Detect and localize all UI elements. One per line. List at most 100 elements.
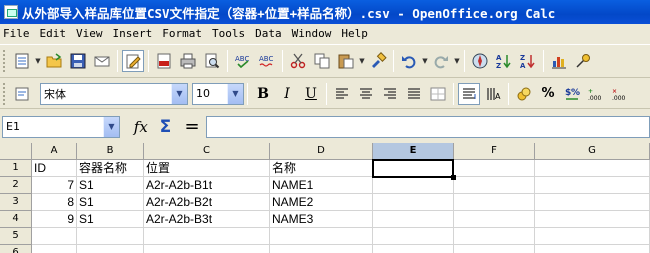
column-header-e[interactable]: E <box>373 143 454 160</box>
cell-f5[interactable] <box>454 228 535 245</box>
spellcheck-icon[interactable]: ABC <box>232 50 254 72</box>
autospellcheck-icon[interactable]: ABC <box>256 50 278 72</box>
cell-f6[interactable] <box>454 245 535 253</box>
align-left-icon[interactable] <box>331 83 353 105</box>
new-document-icon[interactable] <box>11 50 33 72</box>
row-header-6[interactable]: 6 <box>0 245 32 253</box>
cell-g2[interactable] <box>535 177 650 194</box>
cell-a3[interactable]: 8 <box>32 194 77 211</box>
menu-window[interactable]: Window <box>287 25 337 43</box>
cell-f4[interactable] <box>454 211 535 228</box>
cell-c4[interactable]: A2r-A2b-B3t <box>144 211 270 228</box>
delete-decimal-icon[interactable]: × .000 <box>609 83 631 105</box>
font-size-combobox[interactable]: 10 ▼ <box>192 82 244 105</box>
menu-tools[interactable]: Tools <box>207 25 250 43</box>
menu-view[interactable]: View <box>71 25 108 43</box>
row-header-5[interactable]: 5 <box>0 228 32 245</box>
edit-file-icon[interactable] <box>122 50 144 72</box>
name-box[interactable]: E1 ▼ <box>2 115 120 138</box>
cell-g6[interactable] <box>535 245 650 253</box>
save-icon[interactable] <box>67 50 89 72</box>
cell-g3[interactable] <box>535 194 650 211</box>
cell-d1[interactable]: 名称 <box>270 160 373 177</box>
menu-edit[interactable]: Edit <box>35 25 72 43</box>
cell-d5[interactable] <box>270 228 373 245</box>
cell-e3[interactable] <box>373 194 454 211</box>
draw-functions-icon[interactable] <box>572 50 594 72</box>
sum-icon[interactable]: Σ <box>155 117 177 137</box>
vertical-text-icon[interactable]: A <box>482 83 504 105</box>
chevron-down-icon[interactable]: ▼ <box>171 83 187 104</box>
align-center-icon[interactable] <box>355 83 377 105</box>
row-header-4[interactable]: 4 <box>0 211 32 228</box>
format-paintbrush-icon[interactable] <box>367 50 389 72</box>
cell-f3[interactable] <box>454 194 535 211</box>
cell-a5[interactable] <box>32 228 77 245</box>
standard-format-icon[interactable]: $% <box>561 83 583 105</box>
copy-icon[interactable] <box>311 50 333 72</box>
cell-f2[interactable] <box>454 177 535 194</box>
function-wizard-icon[interactable]: 𝑓x <box>130 118 152 136</box>
email-icon[interactable] <box>91 50 113 72</box>
cell-a1[interactable]: ID <box>32 160 77 177</box>
cell-e1[interactable] <box>373 160 454 177</box>
menu-insert[interactable]: Insert <box>108 25 158 43</box>
column-header-d[interactable]: D <box>270 143 373 160</box>
cell-d2[interactable]: NAME1 <box>270 177 373 194</box>
navigator-icon[interactable] <box>469 50 491 72</box>
print-preview-icon[interactable] <box>201 50 223 72</box>
font-name-combobox[interactable]: 宋体 ▼ <box>40 82 188 105</box>
row-header-2[interactable]: 2 <box>0 177 32 194</box>
percent-format-icon[interactable]: % <box>537 83 559 105</box>
cell-e5[interactable] <box>373 228 454 245</box>
undo-icon[interactable] <box>398 50 420 72</box>
cell-e2[interactable] <box>373 177 454 194</box>
italic-icon[interactable]: I <box>276 83 298 105</box>
currency-format-icon[interactable] <box>513 83 535 105</box>
column-header-g[interactable]: G <box>535 143 650 160</box>
cell-f1[interactable] <box>454 160 535 177</box>
sort-ascending-icon[interactable]: AZ <box>493 50 515 72</box>
chevron-down-icon[interactable]: ▼ <box>103 116 119 137</box>
add-decimal-icon[interactable]: + .000 <box>585 83 607 105</box>
wrap-text-icon[interactable] <box>458 82 480 105</box>
open-folder-icon[interactable] <box>43 50 65 72</box>
cell-g5[interactable] <box>535 228 650 245</box>
column-header-f[interactable]: F <box>454 143 535 160</box>
paste-icon[interactable] <box>335 50 357 72</box>
cell-b6[interactable] <box>77 245 144 253</box>
formula-input[interactable] <box>205 115 650 138</box>
toolbar-grip[interactable] <box>3 82 8 105</box>
redo-icon[interactable] <box>430 50 452 72</box>
spreadsheet-grid[interactable]: A B C D E F G 1 ID 容器名称 位置 名称 2 7 S1 A2r-A2b-B1t NAME1 3 8… <box>0 143 650 253</box>
cell-g1[interactable] <box>535 160 650 177</box>
new-dropdown-arrow[interactable]: ▼ <box>34 50 42 72</box>
menu-file[interactable]: File <box>0 25 35 43</box>
paste-dropdown-arrow[interactable]: ▼ <box>358 50 366 72</box>
cell-a6[interactable] <box>32 245 77 253</box>
cell-c1[interactable]: 位置 <box>144 160 270 177</box>
column-header-a[interactable]: A <box>32 143 77 160</box>
align-right-icon[interactable] <box>379 83 401 105</box>
select-all-corner[interactable] <box>0 143 32 160</box>
menu-data[interactable]: Data <box>250 25 287 43</box>
chart-icon[interactable] <box>548 50 570 72</box>
merge-cells-icon[interactable] <box>427 83 449 105</box>
cell-e4[interactable] <box>373 211 454 228</box>
cell-b1[interactable]: 容器名称 <box>77 160 144 177</box>
undo-dropdown-arrow[interactable]: ▼ <box>421 50 429 72</box>
sort-descending-icon[interactable]: ZA <box>517 50 539 72</box>
cell-d4[interactable]: NAME3 <box>270 211 373 228</box>
cell-g4[interactable] <box>535 211 650 228</box>
styles-formatting-icon[interactable] <box>11 83 33 105</box>
function-icon[interactable]: = <box>182 116 202 137</box>
export-pdf-icon[interactable] <box>153 50 175 72</box>
justify-icon[interactable] <box>403 83 425 105</box>
cell-a2[interactable]: 7 <box>32 177 77 194</box>
cell-d3[interactable]: NAME2 <box>270 194 373 211</box>
cell-c2[interactable]: A2r-A2b-B1t <box>144 177 270 194</box>
cell-b2[interactable]: S1 <box>77 177 144 194</box>
cell-d6[interactable] <box>270 245 373 253</box>
chevron-down-icon[interactable]: ▼ <box>227 83 243 104</box>
cell-b3[interactable]: S1 <box>77 194 144 211</box>
